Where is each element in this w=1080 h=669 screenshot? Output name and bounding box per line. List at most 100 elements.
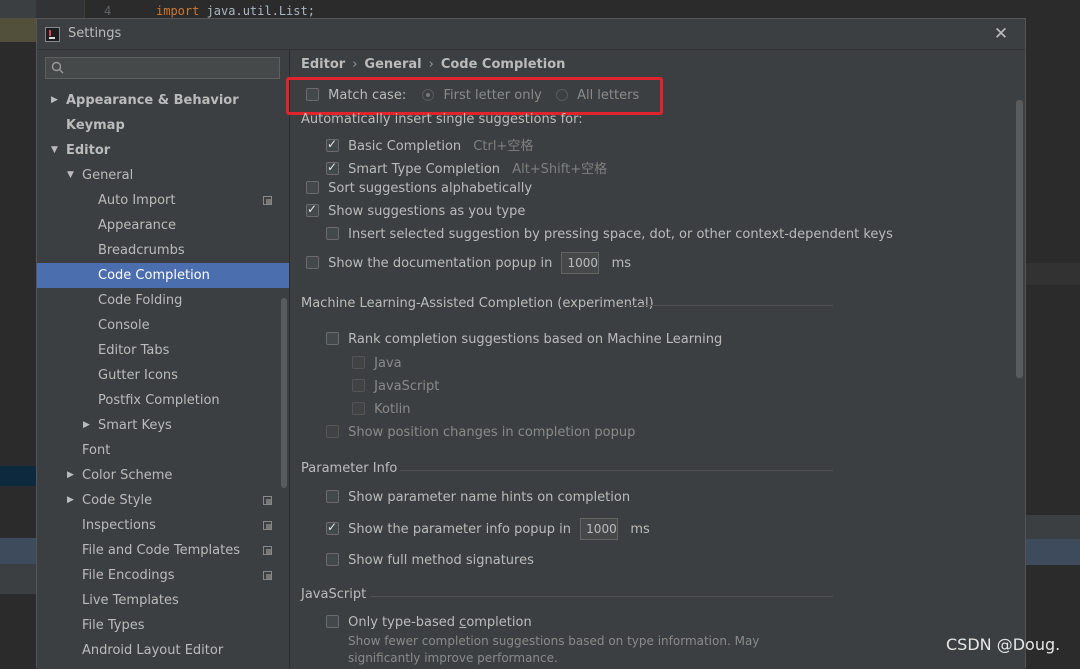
tree-item-editor-tabs[interactable]: Editor Tabs <box>37 338 289 363</box>
ml-position-row: Show position changes in completion popu… <box>326 425 635 440</box>
tree-item-code-folding[interactable]: Code Folding <box>37 288 289 313</box>
search-field[interactable] <box>45 57 280 79</box>
all-letters-radio[interactable] <box>555 89 568 101</box>
param-popup-delay-input[interactable]: 1000 <box>580 518 619 540</box>
tree-item-smart-keys[interactable]: ▶ Smart Keys <box>37 413 289 438</box>
tree-item-label: Font <box>82 443 111 458</box>
ide-left-tool-strip <box>0 538 36 564</box>
tree-item-code-style[interactable]: ▶ Code Style <box>37 488 289 513</box>
javascript-title: JavaScript <box>301 587 367 602</box>
ml-rank-checkbox[interactable] <box>326 332 339 345</box>
ml-position-checkbox[interactable] <box>326 425 339 438</box>
sort-alpha-checkbox[interactable] <box>306 181 319 194</box>
smart-completion-shortcut: Alt+Shift+空格 <box>512 162 608 177</box>
javascript-divider <box>370 596 833 597</box>
type-based-label-end: ompletion <box>466 615 532 630</box>
breadcrumb-general: General <box>364 57 422 72</box>
breadcrumb-separator: › <box>352 57 358 72</box>
tree-item-color-scheme[interactable]: ▶ Color Scheme <box>37 463 289 488</box>
match-case-label: Match case: <box>328 88 407 103</box>
tree-item-auto-import[interactable]: Auto Import <box>37 188 289 213</box>
ml-rank-row: Rank completion suggestions based on Mac… <box>326 332 722 347</box>
tree-item-android-layout-editor[interactable]: Android Layout Editor <box>37 638 289 663</box>
doc-popup-unit: ms <box>611 255 632 271</box>
first-letter-radio[interactable] <box>422 89 435 101</box>
tree-item-font[interactable]: Font <box>37 438 289 463</box>
tree-item-label: Android Layout Editor <box>82 643 224 658</box>
tree-item-code-completion[interactable]: Code Completion <box>37 263 289 288</box>
tree-item-label: Code Folding <box>98 293 183 308</box>
expand-arrow-icon[interactable]: ▶ <box>67 488 74 513</box>
tree-item-breadcrumbs[interactable]: Breadcrumbs <box>37 238 289 263</box>
tree-item-file-types[interactable]: File Types <box>37 613 289 638</box>
tree-item-label: Gutter Icons <box>98 368 178 383</box>
type-based-label: Only type-based completion <box>348 615 532 630</box>
tree-item-gutter-icons[interactable]: Gutter Icons <box>37 363 289 388</box>
close-button[interactable]: ✕ <box>991 24 1011 44</box>
expand-arrow-icon[interactable]: ▶ <box>83 413 90 438</box>
dialog-titlebar[interactable]: Settings ✕ <box>37 19 1025 50</box>
tree-item-label: General <box>82 168 134 183</box>
sidebar-scrollbar[interactable] <box>281 298 287 488</box>
tree-item-appearance-behavior[interactable]: ▶ Appearance & Behavior <box>37 88 289 113</box>
breadcrumb-editor: Editor <box>301 57 346 72</box>
ide-right-tool <box>1026 515 1080 539</box>
expand-arrow-icon[interactable]: ▶ <box>67 463 74 488</box>
ml-javascript-label: JavaScript <box>374 379 440 394</box>
ide-right-line <box>1026 263 1080 285</box>
full-signatures-checkbox[interactable] <box>326 553 339 566</box>
tree-item-keymap[interactable]: Keymap <box>37 113 289 138</box>
smart-completion-checkbox[interactable] <box>326 160 339 175</box>
tree-item-label: File Types <box>82 618 145 633</box>
type-based-hint-line1: Show fewer completion suggestions based … <box>348 634 760 648</box>
doc-popup-checkbox[interactable] <box>306 255 319 269</box>
collapse-arrow-icon[interactable]: ▼ <box>67 163 74 188</box>
tree-item-label: Console <box>98 318 150 333</box>
project-scope-icon <box>263 496 272 505</box>
tree-item-label: Postfix Completion <box>98 393 220 408</box>
ml-javascript-checkbox[interactable] <box>352 379 365 392</box>
type-based-row: Only type-based completion <box>326 615 532 630</box>
doc-popup-delay-input[interactable]: 1000 <box>561 252 600 274</box>
search-icon <box>51 61 64 74</box>
ml-kotlin-checkbox[interactable] <box>352 402 365 415</box>
collapse-arrow-icon[interactable]: ▼ <box>51 138 58 163</box>
ide-right-area <box>1026 0 1080 263</box>
basic-completion-checkbox[interactable] <box>326 137 339 152</box>
tree-item-editor[interactable]: ▼ Editor <box>37 138 289 163</box>
tree-item-label: Editor Tabs <box>98 343 170 358</box>
tree-item-file-encodings[interactable]: File Encodings <box>37 563 289 588</box>
tree-item-inspections[interactable]: Inspections <box>37 513 289 538</box>
tree-item-label: Smart Keys <box>98 418 172 433</box>
param-popup-checkbox[interactable] <box>326 520 339 535</box>
tree-item-general[interactable]: ▼ General <box>37 163 289 188</box>
tree-item-appearance[interactable]: Appearance <box>37 213 289 238</box>
ide-right-tool-2 <box>1026 539 1080 565</box>
project-scope-icon <box>263 571 272 580</box>
tree-item-console[interactable]: Console <box>37 313 289 338</box>
match-case-row: Match case: First letter only All letter… <box>306 88 639 103</box>
basic-completion-shortcut: Ctrl+空格 <box>473 139 534 154</box>
param-popup-row: Show the parameter info popup in 1000 ms <box>326 518 650 540</box>
param-hints-checkbox[interactable] <box>326 490 339 503</box>
match-case-checkbox[interactable] <box>306 88 319 101</box>
param-info-divider <box>400 470 833 471</box>
type-based-checkbox[interactable] <box>326 615 339 628</box>
breadcrumb-code-completion: Code Completion <box>440 57 566 72</box>
tree-item-file-code-templates[interactable]: File and Code Templates <box>37 538 289 563</box>
tree-item-label: Appearance <box>98 218 177 233</box>
insert-selected-checkbox[interactable] <box>326 227 339 240</box>
show-as-type-checkbox[interactable] <box>306 202 319 217</box>
expand-arrow-icon[interactable]: ▶ <box>51 88 58 113</box>
tree-item-label: Breadcrumbs <box>98 243 185 258</box>
tree-item-label: Color Scheme <box>82 468 173 483</box>
type-based-label-start: Only type-based <box>348 615 460 630</box>
code-line: import java.util.List; <box>156 4 315 18</box>
tree-item-postfix-completion[interactable]: Postfix Completion <box>37 388 289 413</box>
param-hints-row: Show parameter name hints on completion <box>326 490 630 505</box>
search-input[interactable] <box>70 60 274 78</box>
ml-java-checkbox[interactable] <box>352 356 365 369</box>
tree-item-live-templates[interactable]: Live Templates <box>37 588 289 613</box>
intellij-app-icon <box>45 27 60 42</box>
content-scrollbar[interactable] <box>1016 100 1023 378</box>
